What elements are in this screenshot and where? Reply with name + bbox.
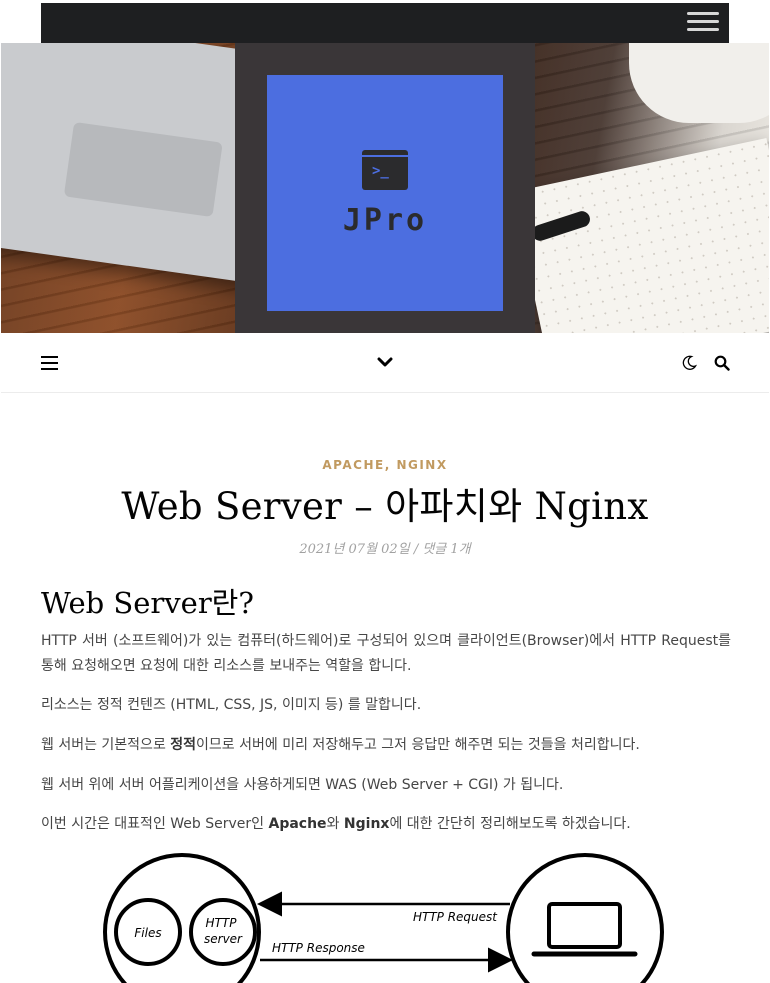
- post-date[interactable]: 2021년 07월 02일: [299, 542, 409, 557]
- category-separator: ,: [384, 458, 391, 472]
- paragraph-4: 웹 서버 위에 서버 어플리케이션을 사용하게되면 WAS (Web Serve…: [41, 777, 564, 793]
- request-label: HTTP Request: [413, 910, 498, 924]
- laptop-icon: [531, 902, 638, 957]
- server-label: server: [204, 932, 243, 946]
- paragraph-3: 웹 서버는 기본적으로 정적이므로 서버에 미리 저장해두고 그저 응답만 해주…: [41, 737, 640, 753]
- header-banner: >_ JPro: [1, 43, 769, 333]
- moon-icon[interactable]: [681, 355, 697, 371]
- post-title: Web Server – 아파치와 Nginx: [121, 485, 649, 528]
- paragraph-2: 리소스는 정적 컨텐즈 (HTML, CSS, JS, 이미지 등) 를 말합니…: [41, 697, 422, 713]
- web-server-diagram: Files HTTP server HTTP Request HTTP Resp…: [103, 853, 664, 983]
- terminal-prompt: >_: [372, 163, 389, 179]
- post-meta: 2021년 07월 02일 / 댓글 1개: [0, 538, 770, 557]
- site-logo[interactable]: >_ JPro: [267, 75, 503, 311]
- top-bar: [41, 3, 729, 43]
- response-label: HTTP Response: [272, 941, 365, 955]
- files-label: Files: [134, 926, 161, 940]
- terminal-icon: >_: [362, 150, 408, 190]
- logo-panel: >_ JPro: [235, 43, 535, 333]
- paragraph-5: 이번 시간은 대표적인 Web Server인 Apache와 Nginx에 대…: [41, 816, 631, 832]
- nav-bar: [1, 333, 769, 393]
- hamburger-icon[interactable]: [41, 356, 58, 370]
- post-categories: APACHE, NGINX: [0, 458, 770, 472]
- category-link-apache[interactable]: APACHE: [322, 458, 384, 472]
- search-icon[interactable]: [714, 355, 730, 371]
- http-label: HTTP: [206, 916, 238, 930]
- paragraph-1: HTTP 서버 (소프트웨어)가 있는 컴퓨터(하드웨어)로 구성되어 있으며 …: [41, 633, 731, 674]
- category-link-nginx[interactable]: NGINX: [396, 458, 447, 472]
- hamburger-icon[interactable]: [687, 12, 719, 34]
- section-heading: Web Server란?: [41, 586, 254, 620]
- meta-separator: /: [413, 542, 419, 557]
- comments-link[interactable]: 댓글 1개: [422, 542, 470, 557]
- logo-text: JPro: [342, 203, 428, 238]
- chevron-down-icon[interactable]: [376, 353, 394, 371]
